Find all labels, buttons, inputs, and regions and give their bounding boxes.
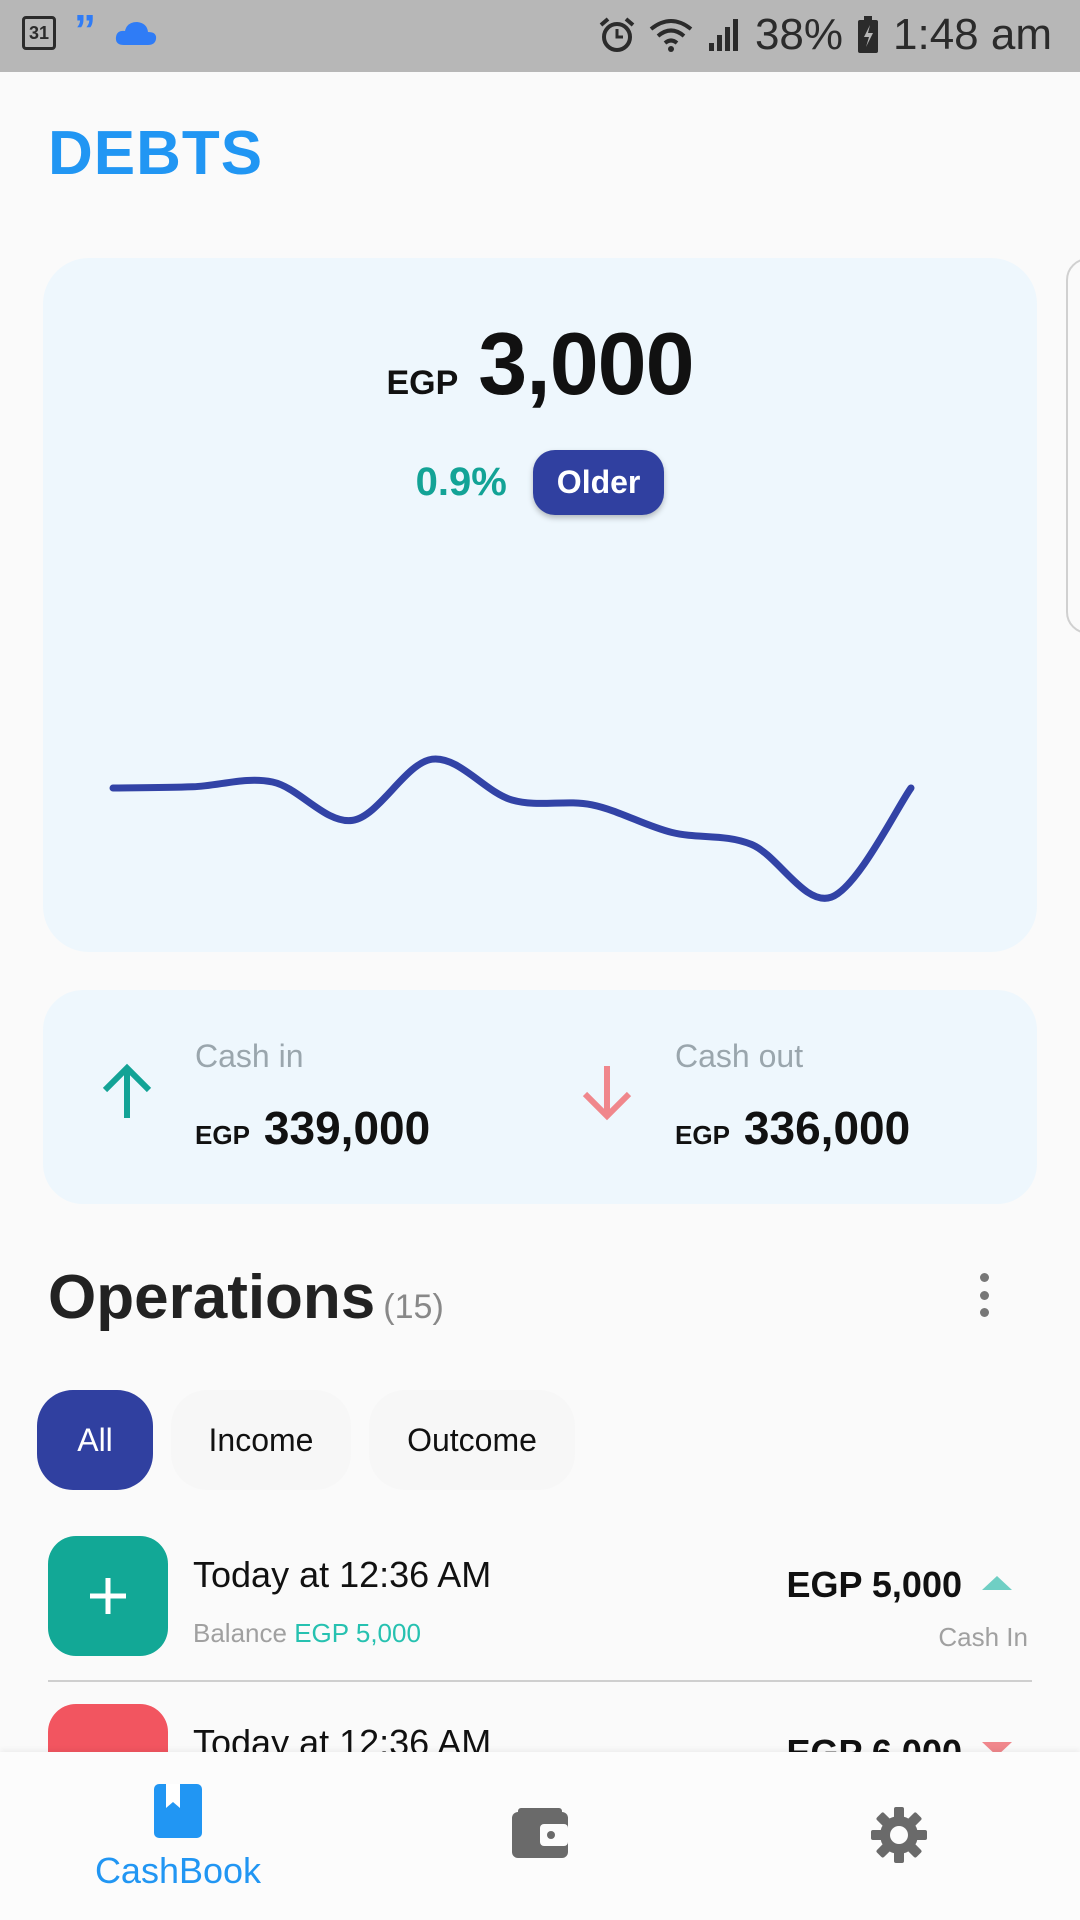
balance-currency: EGP [386,364,459,402]
operations-title: Operations [48,1263,376,1332]
nav-cashbook[interactable]: CashBook [92,1782,264,1892]
balance-amount: 3,000 [478,314,694,413]
older-button[interactable]: Older [532,450,665,515]
wifi-icon [649,19,693,52]
cash-in: Cash in EGP 339,000 [195,1038,430,1155]
balance-card[interactable]: EGP 3,000 0.9% Older [43,258,1037,952]
bottom-navigation: CashBook [0,1752,1080,1920]
balance-value: EGP 5,000 [294,1618,421,1648]
operation-type: Cash In [938,1622,1028,1652]
page-title: DEBTS [48,119,264,188]
change-percent: 0.9% [415,460,507,504]
more-options-icon[interactable] [972,1273,996,1317]
cash-in-label: Cash in [195,1038,304,1074]
filter-outcome[interactable]: Outcome [369,1390,575,1490]
cash-summary-card: Cash in EGP 339,000 Cash out EGP 336,000 [43,990,1037,1204]
gear-icon [871,1807,927,1863]
battery-icon [858,16,879,53]
cash-out-label: Cash out [675,1038,804,1074]
cash-in-currency: EGP [195,1120,250,1150]
arrow-up-icon [102,1063,152,1118]
quote-icon: ” [74,6,96,55]
balance-label: Balance [193,1618,287,1648]
operations-count: (15) [383,1288,444,1326]
arrow-down-icon [582,1066,632,1121]
calendar-icon: 31 [22,16,56,50]
signal-icon [708,19,738,51]
row-divider [48,1680,1032,1682]
clock: 1:48 am [893,10,1052,59]
nav-wallet[interactable] [510,1806,570,1860]
operation-balance: Balance EGP 5,000 [193,1618,421,1649]
book-icon [154,1784,202,1838]
balance-display: EGP 3,000 [43,313,1037,415]
filter-income[interactable]: Income [171,1390,351,1490]
filter-all[interactable]: All [37,1390,153,1490]
plus-icon [48,1536,168,1656]
status-bar: 31 ” 38% 1:48 am [0,0,1080,72]
operations-header: Operations (15) [48,1262,444,1333]
chart-series-line [109,755,915,902]
wallet-icon [512,1808,568,1858]
operation-row[interactable]: Today at 12:36 AM Balance EGP 5,000 EGP … [48,1536,1032,1676]
cash-out: Cash out EGP 336,000 [675,1038,910,1155]
battery-percent: 38% [754,10,844,59]
balance-chart [109,755,915,902]
operation-amount: EGP 5,000 [786,1564,962,1605]
cash-in-amount: 339,000 [263,1102,431,1154]
next-card-peek[interactable] [1066,258,1080,634]
alarm-icon [599,17,635,52]
filter-chips: All Income Outcome [37,1390,575,1490]
nav-cashbook-label: CashBook [94,1850,262,1891]
cloud-icon [115,22,157,45]
operation-date: Today at 12:36 AM [193,1554,492,1595]
cash-out-currency: EGP [675,1120,730,1150]
triangle-up-icon [982,1576,1012,1590]
nav-settings[interactable] [870,1806,928,1864]
cash-out-amount: 336,000 [743,1102,911,1154]
